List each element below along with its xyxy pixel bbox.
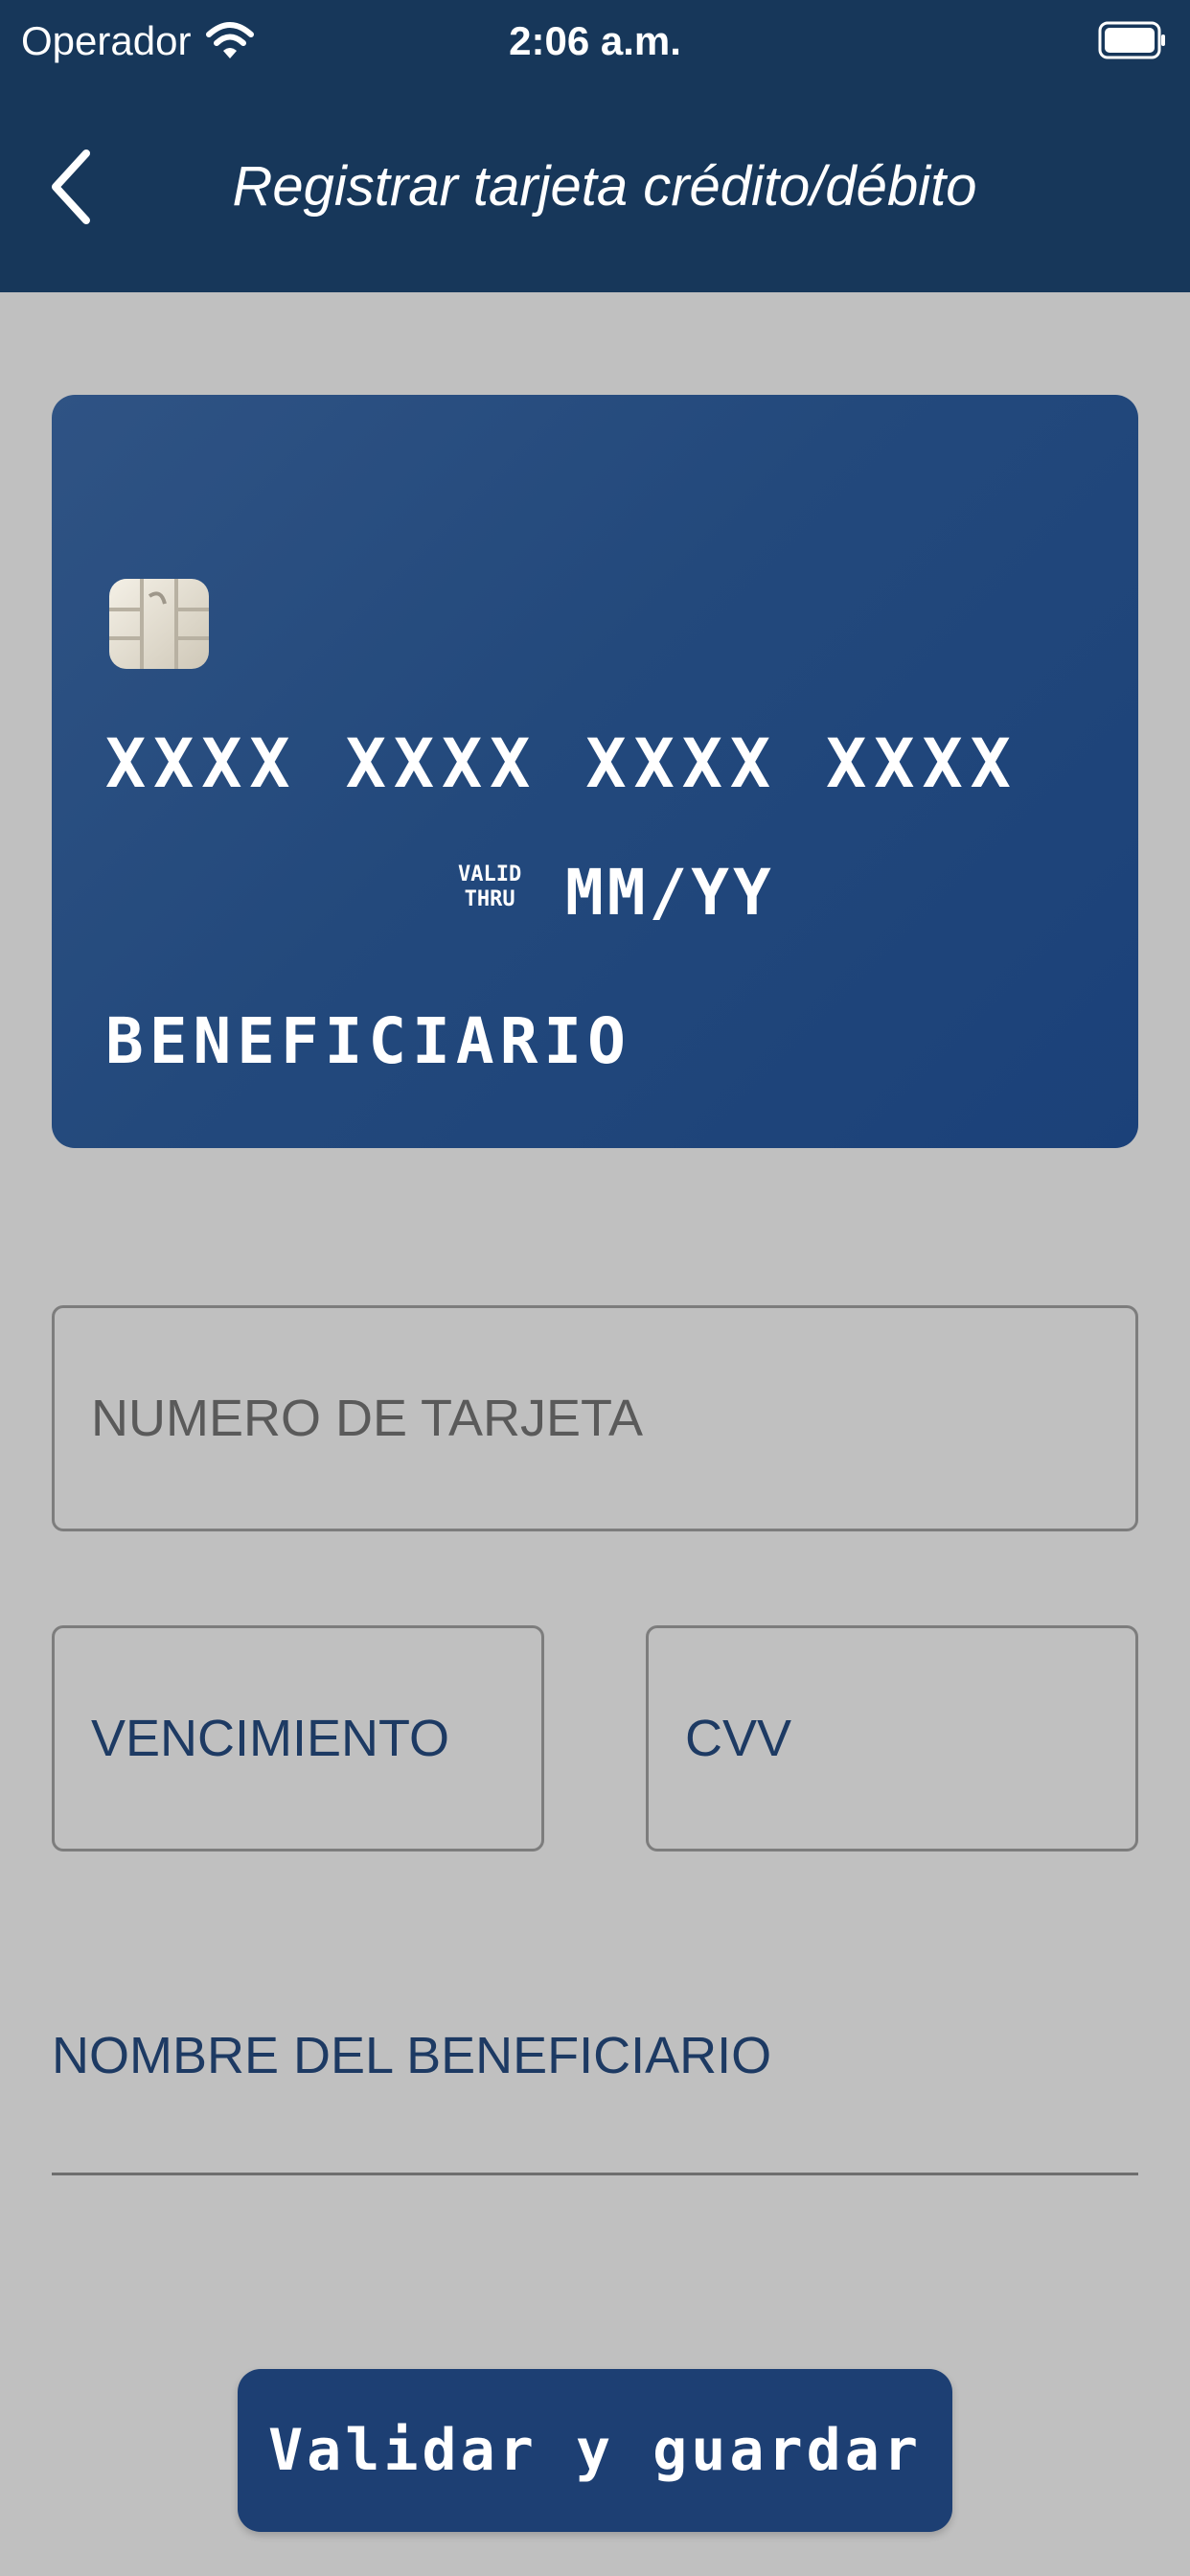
card-preview: XXXX XXXX XXXX XXXX VALID THRU MM/YY BEN… [52,395,1138,1148]
navigation-bar: Registrar tarjeta crédito/débito [0,115,1190,259]
expiry-field[interactable] [52,1625,544,1852]
back-button[interactable] [36,144,103,230]
save-button[interactable]: Validar y guardar [238,2369,952,2532]
battery-full-icon [1098,19,1167,61]
app-header: Operador 2:06 a.m. Registrar tarjeta cré… [0,0,1190,292]
holder-name-input[interactable] [52,1993,1138,2118]
card-number-preview: XXXX XXXX XXXX XXXX [105,724,1018,803]
expiry-input[interactable] [55,1628,541,1849]
thru-label: THRU [464,887,515,911]
status-bar: Operador 2:06 a.m. [0,0,1190,84]
valid-thru-label: VALID THRU [458,862,521,912]
page-title: Registrar tarjeta crédito/débito [232,155,977,218]
status-time: 2:06 a.m. [509,18,681,63]
cvv-field[interactable] [646,1625,1138,1852]
card-chip-icon [109,579,209,669]
chevron-left-icon [52,150,90,224]
holder-name-field[interactable] [52,1993,1138,2175]
card-number-field[interactable] [52,1305,1138,1531]
valid-label: VALID [458,862,522,886]
card-expiry-preview: MM/YY [565,856,775,930]
card-number-input[interactable] [55,1308,1135,1529]
cvv-input[interactable] [649,1628,1135,1849]
card-holder-preview: BENEFICIARIO [105,1004,631,1078]
